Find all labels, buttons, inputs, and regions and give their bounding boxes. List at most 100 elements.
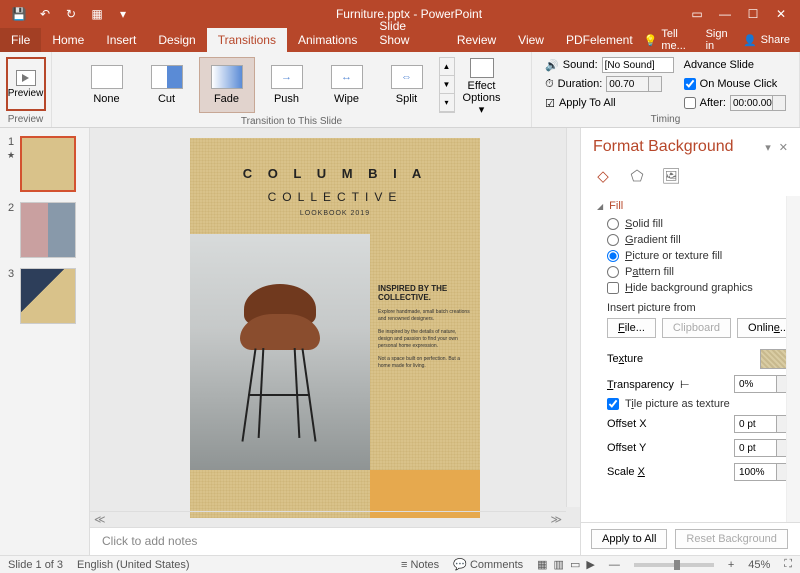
pattern-fill-radio[interactable]: Pattern fill [597, 264, 790, 280]
transition-cut[interactable]: Cut [139, 57, 195, 113]
qat-more-icon[interactable]: ▾ [112, 3, 134, 25]
duration-input[interactable]: 00.70 [606, 76, 662, 92]
panel-scrollbar[interactable] [786, 196, 800, 522]
transition-wipe[interactable]: ↔Wipe [319, 57, 375, 113]
slide-thumbnails: 1★ 2 3 [0, 128, 90, 555]
transition-split[interactable]: ⇔Split [379, 57, 435, 113]
canvas-area: C O L U M B I A COLLECTIVE LOOKBOOK 2019… [90, 128, 580, 555]
slide-counter[interactable]: Slide 1 of 3 [8, 559, 63, 571]
tell-me[interactable]: 💡 Tell me... [644, 28, 698, 52]
apply-all-icon: ☑ [545, 97, 555, 110]
preview-label: Preview [8, 88, 44, 99]
insert-from-label: Insert picture from [597, 296, 790, 318]
scale-x-input[interactable]: 100% [734, 463, 790, 481]
ribbon-tabs: File Home Insert Design Transitions Anim… [0, 28, 800, 52]
start-from-beginning-icon[interactable]: ▦ [86, 3, 108, 25]
slideshow-view-icon[interactable]: ▶ [586, 558, 594, 571]
redo-icon[interactable]: ↻ [60, 3, 82, 25]
play-icon [16, 70, 36, 86]
transparency-input[interactable]: 0% [734, 375, 790, 393]
fill-section-header[interactable]: Fill [597, 196, 790, 216]
tab-review[interactable]: Review [446, 28, 507, 52]
transition-none[interactable]: None [79, 57, 135, 113]
sorter-view-icon[interactable]: ▥ [554, 558, 564, 571]
fill-tab-icon[interactable]: ◇ [593, 166, 613, 186]
chair-image [230, 264, 330, 444]
picture-fill-radio[interactable]: Picture or texture fill [597, 248, 790, 264]
thumbnail-2[interactable] [20, 202, 76, 258]
solid-fill-radio[interactable]: Solid fill [597, 216, 790, 232]
sound-icon: 🔊 [545, 59, 559, 72]
apply-to-all-button[interactable]: Apply to All [591, 529, 667, 549]
slide-title: C O L U M B I A [190, 166, 480, 181]
tab-transitions[interactable]: Transitions [207, 28, 287, 52]
close-icon[interactable]: ✕ [768, 3, 794, 25]
window-controls: ▭ — ☐ ✕ [684, 3, 800, 25]
tab-animations[interactable]: Animations [287, 28, 368, 52]
thumbnail-1[interactable] [20, 136, 76, 192]
picture-tab-icon[interactable]: 🖼 [661, 166, 681, 186]
ribbon: Preview Preview None Cut Fade →Push ↔Wip… [0, 52, 800, 128]
notes-toggle[interactable]: ≡ Notes [401, 559, 439, 571]
slide-canvas[interactable]: C O L U M B I A COLLECTIVE LOOKBOOK 2019… [90, 128, 580, 527]
tab-file[interactable]: File [0, 28, 41, 52]
share-button[interactable]: 👤 Share [743, 34, 790, 47]
reading-view-icon[interactable]: ▭ [570, 558, 580, 571]
tab-insert[interactable]: Insert [95, 28, 147, 52]
language-status[interactable]: English (United States) [77, 559, 190, 571]
on-mouse-click-checkbox[interactable] [684, 78, 696, 90]
sign-in[interactable]: Sign in [706, 28, 735, 52]
maximize-icon[interactable]: ☐ [740, 3, 766, 25]
next-slide-icon[interactable]: ≫ [550, 513, 562, 526]
tile-checkbox[interactable]: Tile picture as texture [597, 396, 790, 412]
prev-slide-icon[interactable]: ≪ [94, 513, 106, 526]
transition-push[interactable]: →Push [259, 57, 315, 113]
tab-design[interactable]: Design [147, 28, 206, 52]
save-icon[interactable]: 💾 [8, 3, 30, 25]
panel-close-icon[interactable]: ✕ [779, 141, 788, 154]
tab-slideshow[interactable]: Slide Show [368, 14, 445, 52]
after-checkbox[interactable] [684, 97, 696, 109]
offset-y-input[interactable]: 0 pt [734, 439, 790, 457]
tab-view[interactable]: View [507, 28, 555, 52]
canvas-scrollbar-vertical[interactable] [566, 128, 580, 507]
after-input[interactable]: 00:00.00 [730, 95, 786, 111]
tab-pdfelement[interactable]: PDFelement [555, 28, 644, 52]
hide-graphics-checkbox[interactable]: Hide background graphics [597, 280, 790, 296]
zoom-level[interactable]: 45% [748, 559, 770, 571]
file-button[interactable]: File... [607, 318, 656, 338]
transparency-label: Transparency ⊢ [607, 378, 690, 391]
transition-fade[interactable]: Fade [199, 57, 255, 113]
scale-x-label: Scale X [607, 466, 645, 478]
sound-select[interactable] [602, 57, 674, 73]
thumbnail-3[interactable] [20, 268, 76, 324]
notes-pane[interactable]: Click to add notes [90, 527, 580, 555]
fit-to-window-icon[interactable]: ⛶ [784, 558, 792, 571]
transition-gallery-scroll[interactable]: ▲▼▾ [439, 57, 455, 113]
preview-button[interactable]: Preview [6, 57, 46, 111]
effect-options-button[interactable]: Effect Options ▾ [459, 54, 505, 116]
group-preview-label: Preview [8, 114, 44, 127]
gradient-fill-radio[interactable]: Gradient fill [597, 232, 790, 248]
offset-x-input[interactable]: 0 pt [734, 415, 790, 433]
ribbon-options-icon[interactable]: ▭ [684, 3, 710, 25]
tab-home[interactable]: Home [41, 28, 95, 52]
slide-copy: INSPIRED BY THE COLLECTIVE. Explore hand… [378, 284, 472, 370]
slide-subtitle: COLLECTIVE [190, 190, 480, 204]
duration-label: Duration: [558, 78, 603, 90]
zoom-slider[interactable] [634, 563, 714, 567]
clipboard-button[interactable]: Clipboard [662, 318, 731, 338]
zoom-out-icon[interactable]: — [609, 559, 620, 571]
reset-background-button[interactable]: Reset Background [675, 529, 788, 549]
slide-photo [190, 234, 370, 470]
offset-x-label: Offset X [607, 418, 647, 430]
zoom-in-icon[interactable]: + [728, 559, 734, 571]
panel-menu-icon[interactable]: ▾ [765, 141, 771, 154]
minimize-icon[interactable]: — [712, 3, 738, 25]
normal-view-icon[interactable]: ▦ [537, 558, 547, 571]
apply-to-all-button[interactable]: Apply To All [559, 97, 616, 109]
comments-toggle[interactable]: 💬 Comments [453, 558, 523, 571]
undo-icon[interactable]: ↶ [34, 3, 56, 25]
status-bar: Slide 1 of 3 English (United States) ≡ N… [0, 555, 800, 573]
effects-tab-icon[interactable]: ⬠ [627, 166, 647, 186]
